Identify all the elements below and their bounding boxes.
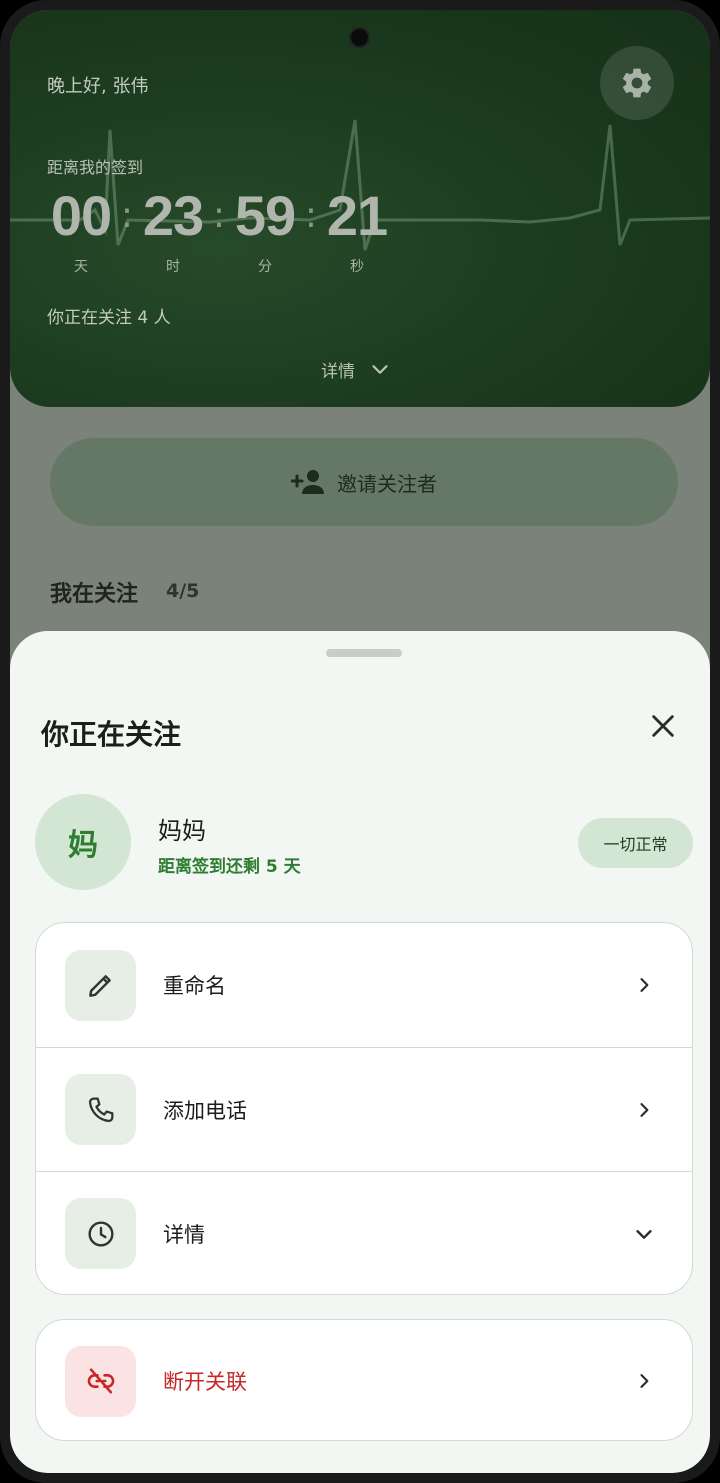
chevron-down-icon <box>632 1222 656 1246</box>
greeting-text: 晚上好, 张伟 <box>47 76 149 97</box>
pencil-icon <box>88 975 111 997</box>
hero-details-toggle[interactable]: 详情 <box>321 357 391 382</box>
close-icon <box>652 715 674 737</box>
invite-follower-button[interactable]: 邀请关注者 <box>50 438 678 526</box>
options-card: 重命名 添加电话 详情 <box>35 922 693 1295</box>
checkin-hero-card: 晚上好, 张伟 距离我的签到 00 天 : 23 时 : 59 分: 21 秒… <box>10 10 710 407</box>
rename-row[interactable]: 重命名 <box>36 923 692 1047</box>
front-camera <box>351 29 368 46</box>
chevron-down-icon <box>372 364 388 374</box>
details-label: 详情 <box>163 1222 205 1247</box>
phone-frame: 晚上好, 张伟 距离我的签到 00 天 : 23 时 : 59 分: 21 秒… <box>0 0 720 1483</box>
contact-name: 妈妈 <box>158 817 206 845</box>
contact-checkin-remaining: 距离签到还剩 5 天 <box>158 857 301 877</box>
timer-hours: 23 时 <box>136 184 210 276</box>
following-bottom-sheet: 你正在关注 妈 妈妈 距离签到还剩 5 天 一切正常 重命名 添加电话 详情 断… <box>10 631 710 1473</box>
invite-button-label: 邀请关注者 <box>337 471 437 496</box>
unlink-icon-tile <box>65 1345 136 1417</box>
add-phone-label: 添加电话 <box>163 1098 247 1123</box>
chevron-right-icon <box>632 973 656 997</box>
timer-minutes-value: 59 <box>234 184 296 247</box>
timer-seconds-value: 21 <box>326 184 388 247</box>
timer-days-value: 00 <box>50 184 112 247</box>
gear-icon <box>622 68 652 98</box>
clock-icon <box>87 1220 114 1247</box>
timer-days-unit: 天 <box>74 259 88 275</box>
hero-details-label: 详情 <box>321 362 355 382</box>
timer-hours-unit: 时 <box>166 259 180 275</box>
phone-icon <box>88 1097 113 1122</box>
add-phone-row[interactable]: 添加电话 <box>36 1047 692 1171</box>
timer-seconds: 21 秒 <box>320 184 394 276</box>
screen: 晚上好, 张伟 距离我的签到 00 天 : 23 时 : 59 分: 21 秒… <box>10 10 710 1473</box>
unlink-card: 断开关联 <box>35 1319 693 1441</box>
sheet-drag-handle[interactable] <box>326 649 402 657</box>
timer-minutes-unit: 分 <box>258 259 272 275</box>
rename-icon-tile <box>65 949 136 1021</box>
close-button[interactable] <box>642 705 684 747</box>
rename-label: 重命名 <box>163 974 226 998</box>
timer-days: 00 天 <box>44 184 118 276</box>
status-badge: 一切正常 <box>578 818 693 868</box>
timer-hours-value: 23 <box>142 184 204 247</box>
chevron-right-icon <box>632 1098 656 1122</box>
following-count-text: 你正在关注 4 人 <box>47 308 171 328</box>
timer-separator: : <box>304 195 318 236</box>
details-row[interactable]: 详情 <box>36 1171 692 1294</box>
person-add-icon <box>291 470 324 494</box>
checkin-countdown-label: 距离我的签到 <box>47 158 144 177</box>
details-icon-tile <box>65 1198 136 1269</box>
section-count: 4/5 <box>166 580 200 602</box>
sheet-title: 你正在关注 <box>41 718 182 751</box>
countdown-timer: 00 天 : 23 时 : 59 分 : 21 秒 <box>44 184 394 276</box>
timer-seconds-unit: 秒 <box>350 259 364 275</box>
link-off-icon <box>87 1368 114 1394</box>
add-phone-icon-tile <box>65 1074 136 1145</box>
timer-minutes: 59 分 <box>228 184 302 276</box>
section-title: 我在关注 <box>50 582 139 607</box>
chevron-right-icon <box>632 1369 656 1393</box>
avatar: 妈 <box>35 794 131 890</box>
settings-button[interactable] <box>600 46 674 120</box>
timer-separator: : <box>120 195 134 236</box>
unlink-row[interactable]: 断开关联 <box>36 1320 692 1440</box>
timer-separator: : <box>212 195 226 236</box>
unlink-label: 断开关联 <box>163 1370 247 1394</box>
